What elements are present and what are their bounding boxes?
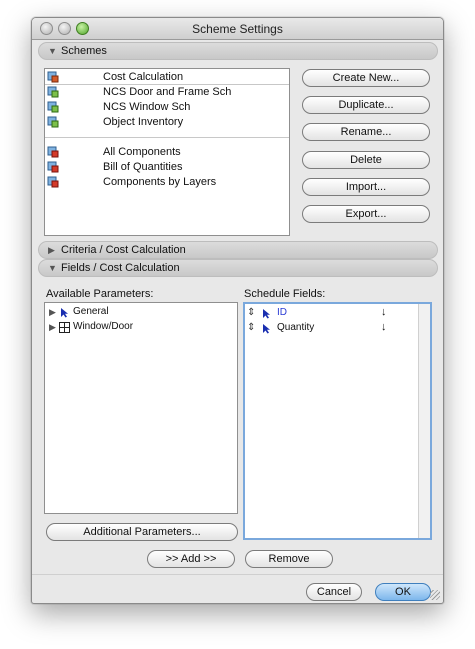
- export-button[interactable]: Export...: [302, 205, 430, 223]
- schedule-fields-list[interactable]: ⇕ ID ↓ ⇕ Quantity ↓: [243, 302, 432, 540]
- disclosure-open-icon: ▼: [48, 46, 57, 56]
- component-scheme-icon: [47, 161, 59, 173]
- scheme-item-label: Components by Layers: [103, 176, 217, 188]
- ok-button[interactable]: OK: [375, 583, 431, 601]
- scheme-item-label: NCS Window Sch: [103, 101, 191, 113]
- pointer-icon: [61, 308, 68, 318]
- scheme-item-label: NCS Door and Frame Sch: [103, 86, 232, 98]
- disclosure-open-icon: ▼: [48, 263, 57, 273]
- scheme-item-label: Cost Calculation: [103, 71, 184, 83]
- create-new-button[interactable]: Create New...: [302, 69, 430, 87]
- scheme-item-bill-of-quantities[interactable]: Bill of Quantities: [45, 160, 289, 175]
- scheme-list-divider: [45, 137, 289, 138]
- schemes-section-label: Schemes: [61, 45, 107, 57]
- scheme-list[interactable]: Cost Calculation NCS Door and Frame Sch …: [44, 68, 290, 236]
- resize-grip-icon[interactable]: [430, 590, 440, 600]
- scheme-element-icon: [47, 71, 59, 83]
- duplicate-button[interactable]: Duplicate...: [302, 96, 430, 114]
- add-field-button[interactable]: >> Add >>: [147, 550, 235, 568]
- scheme-item-all-components[interactable]: All Components: [45, 145, 289, 160]
- pointer-icon: [263, 309, 270, 319]
- scheme-element-icon: [47, 101, 59, 113]
- cancel-button[interactable]: Cancel: [306, 583, 362, 601]
- additional-parameters-button[interactable]: Additional Parameters...: [46, 523, 238, 541]
- criteria-section-label: Criteria / Cost Calculation: [61, 244, 186, 256]
- schemes-section-header[interactable]: ▼ Schemes: [38, 42, 438, 60]
- scheme-item-label: Bill of Quantities: [103, 161, 183, 173]
- schedule-field-quantity[interactable]: ⇕ Quantity ↓: [247, 321, 425, 336]
- remove-field-button[interactable]: Remove: [245, 550, 333, 568]
- reorder-handle-icon[interactable]: ⇕: [247, 307, 255, 318]
- tree-item-label: General: [73, 306, 109, 317]
- title-bar[interactable]: Scheme Settings: [32, 18, 443, 40]
- scheme-item-components-by-layers[interactable]: Components by Layers: [45, 175, 289, 190]
- scheme-item-label: Object Inventory: [103, 116, 184, 128]
- scheme-settings-window: Scheme Settings ▼ Schemes Cost Calculati…: [31, 17, 444, 604]
- scheme-item-ncs-door[interactable]: NCS Door and Frame Sch: [45, 85, 289, 100]
- criteria-section-header[interactable]: ▶ Criteria / Cost Calculation: [38, 241, 438, 259]
- scheme-item-cost-calculation[interactable]: Cost Calculation: [45, 70, 289, 85]
- component-scheme-icon: [47, 176, 59, 188]
- schedule-fields-scrollbar[interactable]: [418, 304, 430, 538]
- scheme-element-icon: [47, 116, 59, 128]
- rename-button[interactable]: Rename...: [302, 123, 430, 141]
- available-parameters-label: Available Parameters:: [46, 288, 154, 300]
- sort-descending-icon[interactable]: ↓: [381, 306, 387, 318]
- window-door-icon: [59, 322, 70, 333]
- tree-item-label: Window/Door: [73, 321, 134, 332]
- reorder-handle-icon[interactable]: ⇕: [247, 322, 255, 333]
- disclosure-closed-icon: ▶: [48, 245, 55, 255]
- schedule-field-label: Quantity: [277, 322, 315, 333]
- schedule-field-id[interactable]: ⇕ ID ↓: [247, 306, 425, 321]
- scheme-item-object-inventory[interactable]: Object Inventory: [45, 115, 289, 130]
- expand-arrow-icon[interactable]: ▶: [49, 322, 56, 333]
- scheme-item-ncs-window[interactable]: NCS Window Sch: [45, 100, 289, 115]
- pointer-icon: [263, 324, 270, 334]
- component-scheme-icon: [47, 146, 59, 158]
- available-parameters-list[interactable]: ▶ General ▶ Window/Door: [44, 302, 238, 514]
- scheme-item-label: All Components: [103, 146, 181, 158]
- scheme-element-icon: [47, 86, 59, 98]
- delete-button[interactable]: Delete: [302, 151, 430, 169]
- fields-section-label: Fields / Cost Calculation: [61, 262, 180, 274]
- import-button[interactable]: Import...: [302, 178, 430, 196]
- schedule-field-label: ID: [277, 307, 287, 318]
- footer-divider: [32, 574, 443, 575]
- expand-arrow-icon[interactable]: ▶: [49, 307, 56, 318]
- schedule-fields-label: Schedule Fields:: [244, 288, 326, 300]
- window-title: Scheme Settings: [192, 22, 283, 36]
- fields-section-header[interactable]: ▼ Fields / Cost Calculation: [38, 259, 438, 277]
- sort-descending-icon[interactable]: ↓: [381, 321, 387, 333]
